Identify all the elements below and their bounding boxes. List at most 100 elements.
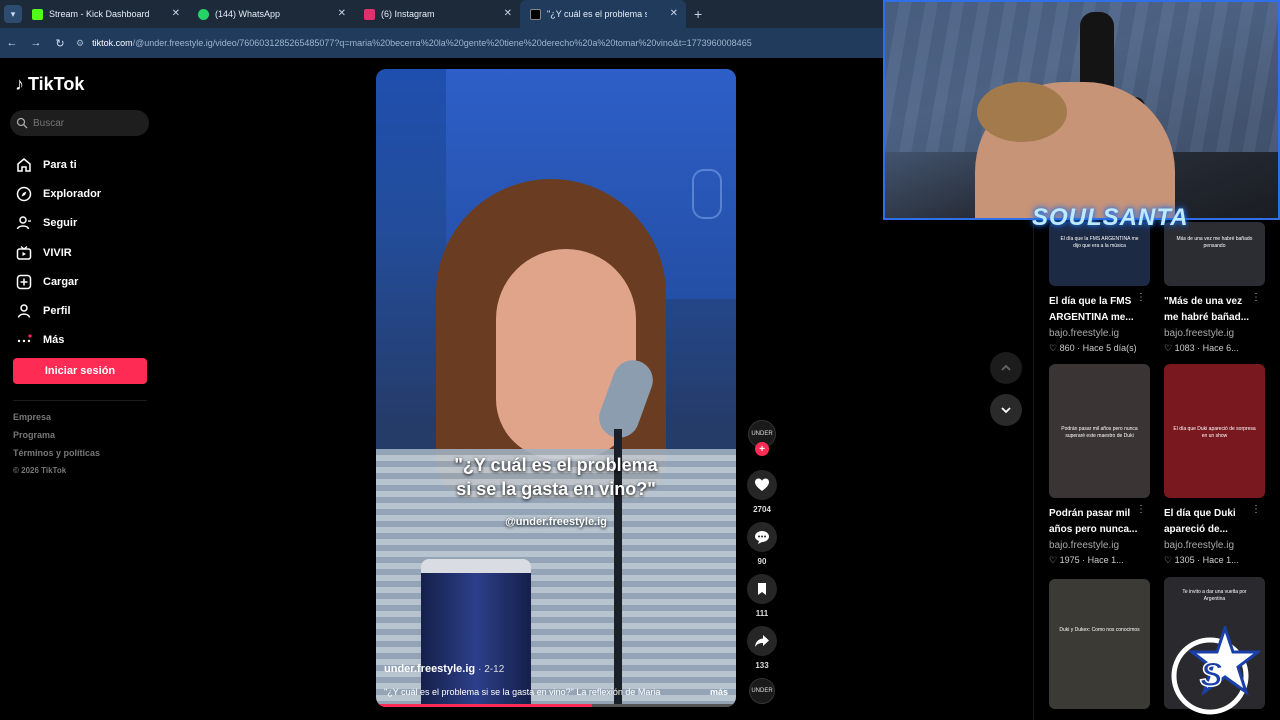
chevron-up-icon: [1001, 364, 1011, 371]
sidebar-nav: Para ti Explorador Seguir VIVIR Cargar P…: [15, 150, 101, 355]
share-button[interactable]: [747, 626, 777, 656]
like-count: 2704: [753, 505, 771, 514]
video-caption: "¿Y cuál es el problema si se la gasta e…: [376, 453, 736, 501]
search-icon: [16, 117, 28, 129]
related-video-card[interactable]: El día que Duki apareció de sorpresa en …: [1164, 364, 1265, 566]
video-progress-bar[interactable]: [376, 704, 736, 707]
kick-favicon-icon: [32, 8, 43, 20]
related-stats: ♡ 1083 · Hace 6...: [1164, 343, 1239, 353]
more-options-icon[interactable]: ⋮: [1136, 292, 1146, 303]
tab-whatsapp[interactable]: (144) WhatsApp ✕: [188, 0, 354, 28]
bookmark-icon: [758, 583, 766, 595]
share-action: 133: [744, 626, 780, 678]
tab-label: (144) WhatsApp: [215, 9, 281, 19]
video-player[interactable]: "¿Y cuál es el problema si se la gasta e…: [376, 69, 736, 707]
tab-instagram[interactable]: (6) Instagram ✕: [354, 0, 520, 28]
next-video-button[interactable]: [990, 394, 1022, 426]
close-icon[interactable]: ✕: [172, 8, 180, 19]
comment-icon: [755, 531, 769, 544]
back-arrow-icon[interactable]: ←: [0, 37, 24, 49]
related-channel[interactable]: bajo.freestyle.ig: [1164, 328, 1265, 339]
tab-kick[interactable]: Stream - Kick Dashboard ✕: [22, 0, 188, 28]
comment-action: 90: [744, 522, 780, 574]
upload-icon: [15, 273, 33, 291]
tab-tiktok[interactable]: "¿Y cuál es el problema si se ✕: [520, 0, 686, 28]
caption-line-1: "¿Y cuál es el problema: [454, 455, 658, 475]
related-channel[interactable]: bajo.freestyle.ig: [1049, 328, 1150, 339]
close-icon[interactable]: ✕: [504, 8, 512, 19]
tiktok-favicon-icon: [530, 8, 541, 20]
site-info-icon[interactable]: ⚙: [76, 38, 84, 49]
sidebar-item-label: Explorador: [43, 187, 102, 200]
live-icon: [15, 244, 33, 262]
thumbnail-caption: El día que la FMS ARGENTINA me dijo que …: [1060, 236, 1139, 249]
thumbnail-caption: Te invito a dar una vuelta por Argentina: [1182, 589, 1247, 602]
like-button[interactable]: [747, 470, 777, 500]
close-icon[interactable]: ✕: [670, 8, 678, 19]
related-video-card[interactable]: El día que la FMS ARGENTINA me dijo que …: [1049, 222, 1150, 354]
tab-label: Stream - Kick Dashboard: [49, 9, 150, 19]
more-options-icon[interactable]: ⋮: [1251, 292, 1261, 303]
description-text: "¿Y cuál es el problema si se la gasta e…: [384, 687, 661, 697]
follow-plus-icon[interactable]: +: [755, 442, 769, 456]
previous-video-button[interactable]: [990, 352, 1022, 384]
sidebar-item-cargar[interactable]: Cargar: [15, 267, 101, 296]
more-link[interactable]: más: [710, 687, 728, 697]
tab-search-menu[interactable]: ▾: [4, 5, 22, 23]
sound-action: UNDER: [744, 678, 780, 704]
related-video-card[interactable]: Más de una vez me habré bañado pensando …: [1164, 222, 1265, 354]
related-stats: ♡ 1975 · Hace 1...: [1049, 555, 1124, 565]
footer-link-terminos[interactable]: Términos y políticas: [13, 448, 100, 466]
author-name[interactable]: under.freestyle.ig: [384, 663, 475, 675]
related-title: El día que Duki apareció de...: [1164, 508, 1236, 535]
tiktok-logo[interactable]: ♪ TikTok: [15, 74, 84, 95]
tab-label: "¿Y cuál es el problema si se: [547, 9, 647, 19]
sidebar-item-label: Para ti: [43, 158, 77, 171]
sidebar-item-seguir[interactable]: Seguir: [15, 209, 101, 238]
save-count: 111: [755, 609, 769, 618]
close-icon[interactable]: ✕: [338, 8, 346, 19]
footer-link-empresa[interactable]: Empresa: [13, 412, 100, 430]
progress-fill: [376, 704, 592, 707]
more-options-icon[interactable]: ⋮: [1251, 504, 1261, 515]
new-tab-plus-icon[interactable]: +: [694, 6, 702, 22]
thumbnail-caption: Duki y Dukex: Como nos conocimos: [1059, 627, 1140, 633]
sound-disc[interactable]: UNDER: [749, 678, 775, 704]
related-title: "Más de una vez me habré bañad...: [1164, 296, 1250, 323]
comment-button[interactable]: [747, 522, 777, 552]
reload-icon[interactable]: ↻: [48, 37, 72, 50]
related-channel[interactable]: bajo.freestyle.ig: [1049, 540, 1150, 551]
sidebar-item-explorador[interactable]: Explorador: [15, 179, 101, 208]
compass-icon: [15, 185, 33, 203]
save-button[interactable]: [747, 574, 777, 604]
forward-arrow-icon[interactable]: →: [24, 37, 48, 49]
channel-star-logo-icon: S: [1171, 626, 1260, 715]
related-thumbnail[interactable]: Podrán pasar mil años pero nunca superar…: [1049, 364, 1150, 498]
chevron-down-icon: [1001, 407, 1011, 414]
profile-icon: [15, 302, 33, 320]
related-likes: 860: [1059, 343, 1075, 353]
sidebar-item-vivir[interactable]: VIVIR: [15, 238, 101, 267]
login-button[interactable]: Iniciar sesión: [13, 358, 147, 384]
sidebar-item-perfil[interactable]: Perfil: [15, 296, 101, 325]
search-input[interactable]: [33, 117, 143, 129]
related-video-card[interactable]: Duki y Dukex: Como nos conocimos: [1049, 579, 1150, 709]
search-box[interactable]: [10, 110, 149, 136]
sidebar-item-label: VIVIR: [43, 246, 72, 259]
related-title: El día que la FMS ARGENTINA me...: [1049, 296, 1134, 323]
related-video-card[interactable]: Podrán pasar mil años pero nunca superar…: [1049, 364, 1150, 566]
action-column: UNDER + 2704 90 111 133 UNDER: [744, 420, 780, 704]
video-author[interactable]: under.freestyle.ig · 2-12: [384, 663, 728, 675]
related-likes: 1083: [1174, 343, 1195, 353]
more-options-icon[interactable]: ⋮: [1136, 504, 1146, 515]
footer-link-programa[interactable]: Programa: [13, 430, 100, 448]
related-thumbnail[interactable]: El día que Duki apareció de sorpresa en …: [1164, 364, 1265, 498]
related-title: Podrán pasar mil años pero nunca...: [1049, 508, 1138, 535]
related-channel[interactable]: bajo.freestyle.ig: [1164, 540, 1265, 551]
sidebar-item-mas[interactable]: Más: [15, 326, 101, 355]
video-meta: under.freestyle.ig · 2-12 "¿Y cuál es el…: [384, 663, 728, 697]
related-thumbnail[interactable]: Duki y Dukex: Como nos conocimos: [1049, 579, 1150, 709]
related-likes: 1975: [1059, 555, 1080, 565]
sidebar-item-para-ti[interactable]: Para ti: [15, 150, 101, 179]
heart-icon: [755, 478, 769, 491]
